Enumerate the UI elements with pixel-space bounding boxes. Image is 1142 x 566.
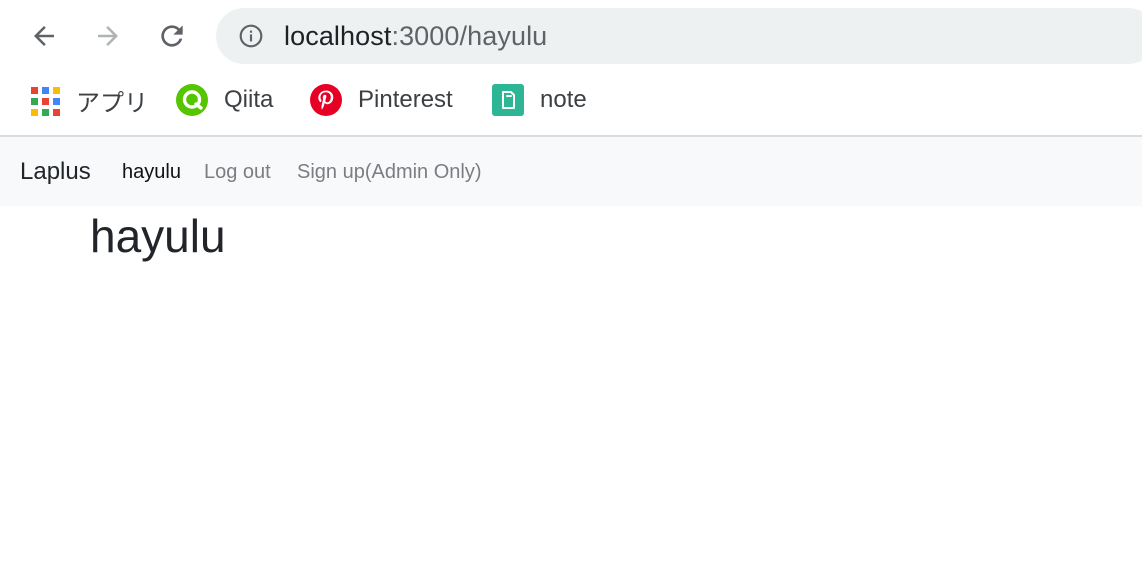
browser-toolbar: localhost:3000/hayulu [0,0,1142,72]
info-icon[interactable] [238,23,264,49]
bookmark-label: アプリ [76,89,148,117]
bookmark-pinterest[interactable]: Pinterest [310,84,453,116]
bookmark-label: Pinterest [358,86,453,113]
apps-grid-icon [30,86,60,116]
forward-button[interactable] [88,16,128,56]
url-host: localhost [284,21,392,51]
address-bar[interactable]: localhost:3000/hayulu [216,8,1142,64]
arrow-right-icon [98,26,118,46]
bookmarks-bar: アプリ Qiita Pinterest note [0,72,1142,137]
qiita-icon [176,84,208,116]
url-path: :3000/hayulu [391,21,548,51]
navbar-brand[interactable]: Laplus [20,158,91,186]
site-navbar: Laplus hayulu Log out Sign up(Admin Only… [0,137,1142,206]
nav-link-signup[interactable]: Sign up(Admin Only) [297,161,482,184]
back-button[interactable] [24,16,64,56]
nav-link-user[interactable]: hayulu [122,161,181,184]
url-text[interactable]: localhost:3000/hayulu [284,21,547,51]
nav-link-logout[interactable]: Log out [204,161,271,184]
bookmark-apps[interactable]: アプリ [30,84,148,117]
bookmark-label: Qiita [224,86,274,113]
bookmark-label: note [540,86,587,113]
bookmark-qiita[interactable]: Qiita [176,84,273,116]
reload-button[interactable] [152,16,192,56]
bookmark-note[interactable]: note [492,84,587,116]
reload-icon [161,25,183,47]
arrow-left-icon [34,26,54,46]
page-title: hayulu [90,210,226,262]
pinterest-icon [310,84,342,116]
note-icon [492,84,524,116]
